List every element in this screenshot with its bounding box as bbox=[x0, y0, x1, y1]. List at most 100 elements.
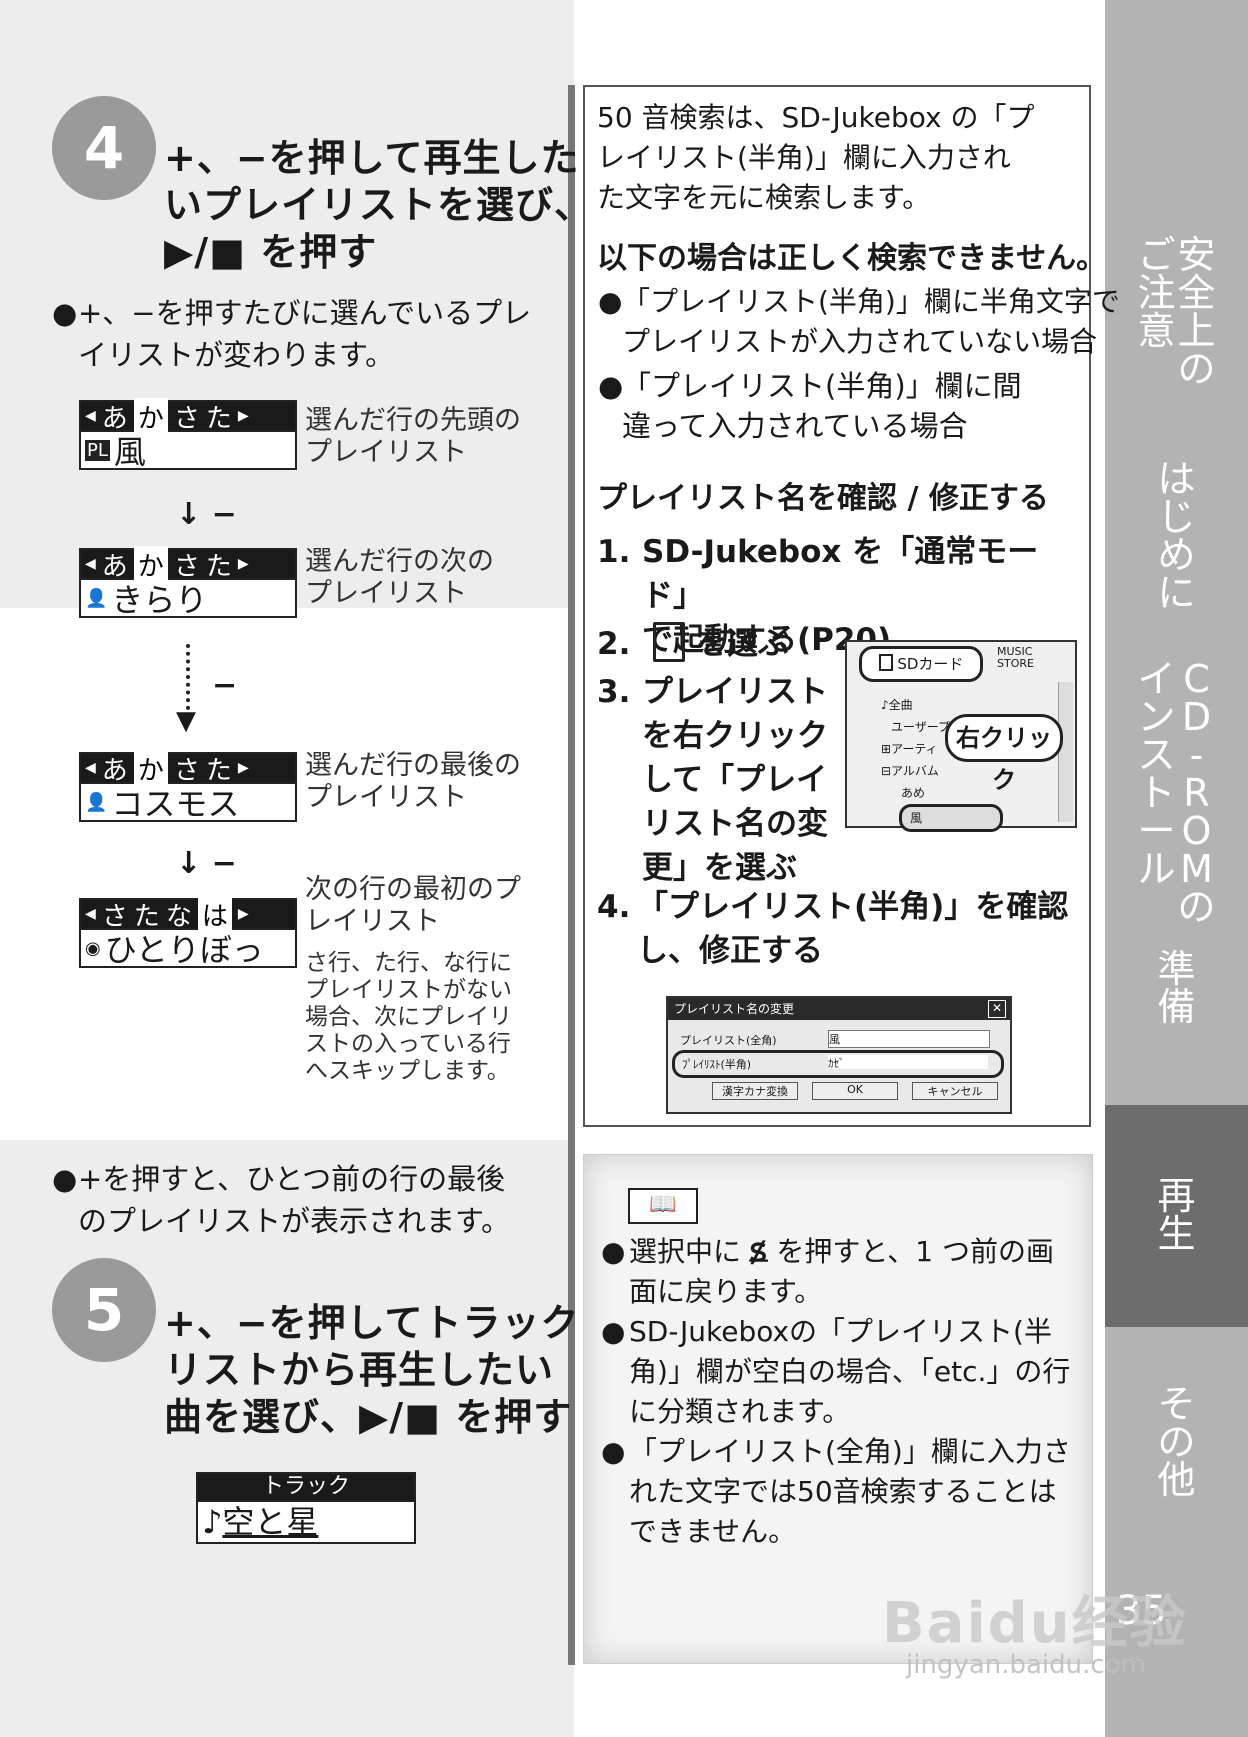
arrow-down-1: ↓ − bbox=[176, 497, 237, 532]
lcd-item-text: コスモス bbox=[111, 785, 240, 820]
left-arrow-icon: ◀ bbox=[85, 906, 96, 922]
tab-char: イ bbox=[1137, 657, 1176, 701]
tab-char: O bbox=[1181, 809, 1212, 853]
lcd-index-row: ◀ あかさた ▶ bbox=[81, 397, 295, 435]
tab-char: じ bbox=[1157, 495, 1196, 539]
lcd-index-row: ◀ さたなは ▶ bbox=[81, 895, 295, 933]
music-store-tab[interactable]: MUSIC STORE bbox=[997, 646, 1034, 670]
tab-char: 全 bbox=[1177, 271, 1216, 315]
row1-label: プレイリスト(全角) bbox=[680, 1034, 777, 1047]
note-icon: ♪ bbox=[202, 1503, 223, 1541]
side-tab-intro[interactable]: はじめに bbox=[1105, 457, 1248, 615]
lcd-item-row: 👤 コスモス bbox=[81, 782, 295, 820]
playlist-icon: PL bbox=[85, 439, 110, 461]
lcd-index-row: ◀ あかさた ▶ bbox=[81, 545, 295, 583]
tab-char: の bbox=[1177, 347, 1216, 391]
track-name: 空と星 bbox=[222, 1503, 319, 1541]
tree-album[interactable]: ⊟アルバム bbox=[881, 760, 1010, 782]
tab-label: 再生 bbox=[1157, 1177, 1195, 1327]
side-tab-safety[interactable]: 安全上のご注意 bbox=[1105, 233, 1248, 391]
tab-char: は bbox=[1157, 457, 1196, 501]
tree-all-songs[interactable]: ♪全曲 bbox=[881, 694, 1010, 716]
lcd-index-char: さ bbox=[173, 403, 200, 434]
lcd-example-3: ◀ あかさた ▶ 👤 コスモス bbox=[79, 749, 297, 822]
person-icon: 👤 bbox=[85, 587, 108, 609]
tab-char: 安 bbox=[1177, 233, 1216, 277]
lcd-small-note: さ行、た行、な行に プレイリストがない 場合、次にプレイリ ストの入っている行 … bbox=[305, 950, 512, 1084]
proc-1: 1. SD-Jukebox を「通常モード」 で起動する(P20) bbox=[597, 534, 1039, 658]
arrow-minus-2: − bbox=[212, 668, 238, 703]
memo-item-3: ● 「プレイリスト(全角)」欄に入力さ れた文字では50音検索することは できません… bbox=[601, 1435, 1071, 1548]
lcd-index-char: あ bbox=[101, 403, 128, 434]
tab-char: の bbox=[1177, 885, 1216, 929]
lcd-index-char: あ bbox=[101, 755, 128, 786]
side-tab-cdrom[interactable]: CD-ROMのインストール bbox=[1105, 657, 1248, 926]
tab-label: その他 bbox=[1157, 1385, 1195, 1515]
person-icon: 👤 bbox=[85, 791, 108, 813]
lcd-index-char: た bbox=[133, 901, 160, 932]
memo-item-1: ● 選択中に ꟍ を押すと、1 つ前の画 面に戻ります。 bbox=[601, 1230, 1055, 1308]
tab-label: 準備 bbox=[1157, 950, 1195, 1040]
cancel-button[interactable]: キャンセル bbox=[912, 1082, 998, 1100]
tab-char: C bbox=[1183, 657, 1210, 701]
side-tab-play[interactable]: 再生 bbox=[1105, 1105, 1248, 1327]
warn-title: 以下の場合は正しく検索できません。 bbox=[597, 241, 1107, 276]
tab-label: はじめに bbox=[1157, 457, 1196, 615]
tab-char: R bbox=[1183, 771, 1210, 815]
tab-char: ス bbox=[1137, 733, 1176, 777]
side-tab-other[interactable]: その他 bbox=[1105, 1385, 1248, 1515]
lcd-note-1: 選んだ行の先頭の プレイリスト bbox=[305, 405, 521, 468]
kana-convert-button[interactable]: 漢字カナ変換 bbox=[712, 1082, 798, 1100]
lcd-example-2: ◀ あかさた ▶ 👤 きらり bbox=[79, 545, 297, 618]
ok-button[interactable]: OK bbox=[812, 1082, 898, 1100]
disc-icon: ◉ bbox=[85, 937, 101, 959]
lcd-note-2: 選んだ行の次の プレイリスト bbox=[305, 546, 494, 609]
right-click-callout: 右クリック bbox=[945, 714, 1063, 794]
tab-char: そ bbox=[1157, 1382, 1196, 1426]
lcd-example-4: ◀ さたなは ▶ ◉ ひとりぼっ bbox=[79, 895, 297, 968]
tab-char: ー bbox=[1137, 809, 1176, 853]
section-title: プレイリスト名を確認 / 修正する bbox=[597, 481, 1049, 516]
lcd-item-row: PL 風 bbox=[81, 430, 295, 468]
row1-input[interactable]: 風 bbox=[828, 1030, 990, 1048]
tree-kaze[interactable]: 風 bbox=[899, 804, 1003, 832]
lcd-index-char: な bbox=[165, 901, 192, 932]
tab-label-column: ご注意 bbox=[1137, 236, 1175, 386]
plus-bullet: ● +を押すと、ひとつ前の行の最後 のプレイリストが表示されます。 bbox=[52, 1162, 511, 1238]
step-4-bullet: ● +、−を押すたびに選んでいるプレ イリストが変わります。 bbox=[52, 296, 532, 372]
proc-4: 4. 「プレイリスト(半角)」を確認 し、修正する bbox=[597, 889, 1069, 969]
scrollbar[interactable] bbox=[1058, 682, 1073, 822]
tab-char: ン bbox=[1137, 695, 1176, 739]
back-icon: ꟍ bbox=[749, 1230, 768, 1270]
tab-char: 再 bbox=[1157, 1174, 1196, 1218]
step-4-badge: 4 bbox=[52, 96, 156, 200]
left-arrow-icon: ◀ bbox=[85, 760, 96, 776]
row2-label: ﾌﾟﾚｲﾘｽﾄ(半角) bbox=[682, 1058, 752, 1071]
lcd-index-char: た bbox=[205, 755, 232, 786]
memo-icon: 📖 bbox=[628, 1188, 698, 1224]
jukebox-screenshot: SDカード MUSICSTORE ♪全曲 ユーザープレイリスト ⊞アーティ ⊟ア… bbox=[845, 640, 1077, 832]
track-lcd-row: ♪空と星 bbox=[198, 1500, 414, 1542]
right-arrow-icon: ▶ bbox=[237, 408, 249, 424]
tab-label: CD-ROMのインストール bbox=[1137, 657, 1215, 926]
proc-3: 3. プレイリスト を右クリック して「プレイ リスト名の変 更」を選ぶ bbox=[597, 674, 828, 886]
tab-char: 上 bbox=[1177, 309, 1216, 353]
tree-ame[interactable]: あめ bbox=[881, 782, 1010, 804]
sd-card-tab[interactable]: SDカード bbox=[859, 646, 983, 682]
lcd-item-text: ひとりぼっ bbox=[104, 931, 264, 966]
lcd-index-char: た bbox=[205, 403, 232, 434]
tab-char: 意 bbox=[1137, 309, 1176, 353]
step-4-title: +、−を押して再生した いプレイリストを選び、 ▶/■ を押す bbox=[164, 136, 594, 274]
close-icon[interactable]: ✕ bbox=[988, 1000, 1006, 1018]
lcd-index-char: か bbox=[133, 545, 168, 583]
tab-char: 注 bbox=[1137, 271, 1176, 315]
step-5-badge: 5 bbox=[52, 1258, 156, 1362]
tab-char: に bbox=[1157, 571, 1196, 615]
proc-2: 2. を選ぶ bbox=[597, 622, 789, 666]
tab-label-column: はじめに bbox=[1157, 457, 1196, 615]
tab-char: ト bbox=[1137, 771, 1176, 815]
tab-char: M bbox=[1180, 847, 1213, 891]
row2-input[interactable]: ｶｾﾞ bbox=[828, 1055, 988, 1070]
side-tab-prep[interactable]: 準備 bbox=[1105, 950, 1248, 1040]
tab-char: ル bbox=[1137, 847, 1176, 891]
